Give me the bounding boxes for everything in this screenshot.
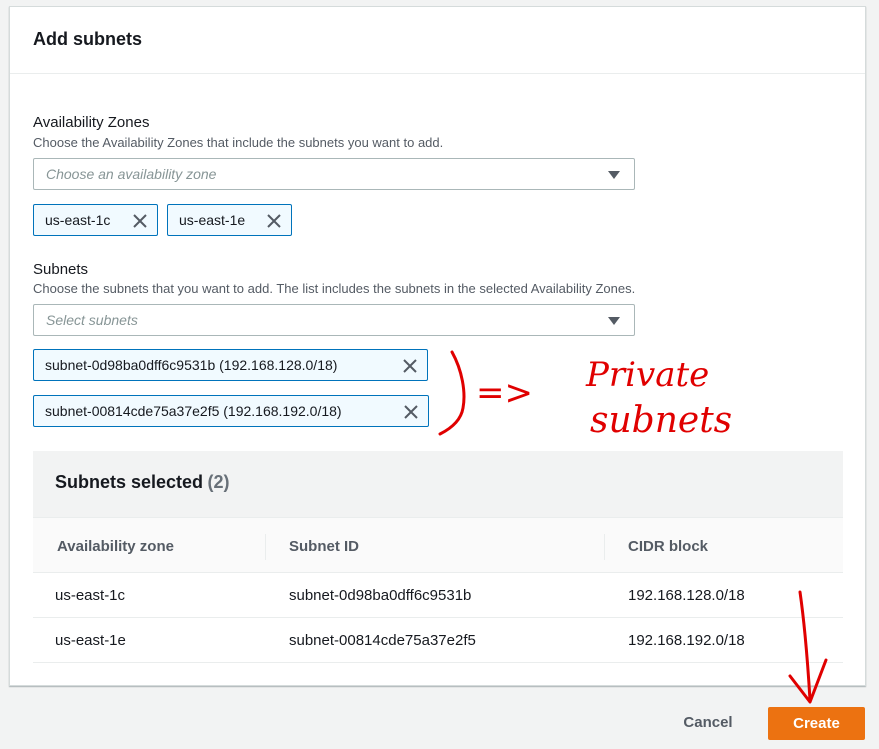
column-divider bbox=[265, 534, 266, 560]
subnets-label: Subnets bbox=[33, 261, 89, 278]
availability-zone-select[interactable]: Choose an availability zone bbox=[33, 158, 635, 190]
column-divider bbox=[604, 534, 605, 560]
caret-down-icon bbox=[608, 317, 620, 325]
caret-down-icon bbox=[608, 171, 620, 179]
az-token-us-east-1c: us-east-1c bbox=[33, 204, 158, 236]
column-header-cidr: CIDR block bbox=[628, 538, 709, 555]
subnets-selected-count: (2) bbox=[207, 472, 230, 492]
column-header-az: Availability zone bbox=[57, 538, 174, 555]
cancel-button[interactable]: Cancel bbox=[668, 707, 748, 739]
subnet-token-1: subnet-0d98ba0dff6c9531b (192.168.128.0/… bbox=[33, 349, 428, 381]
az-token-label: us-east-1e bbox=[179, 212, 246, 228]
remove-icon[interactable] bbox=[266, 213, 282, 229]
add-subnets-panel: Add subnets Availability Zones Choose th… bbox=[9, 6, 866, 686]
table-row: us-east-1c subnet-0d98ba0dff6c9531b 192.… bbox=[33, 573, 843, 618]
panel-header: Add subnets bbox=[10, 7, 865, 74]
subnets-description: Choose the subnets that you want to add.… bbox=[33, 281, 636, 296]
subnets-select[interactable]: Select subnets bbox=[33, 304, 635, 336]
az-token-us-east-1e: us-east-1e bbox=[167, 204, 292, 236]
remove-icon[interactable] bbox=[403, 404, 419, 420]
table-header-row: Availability zone Subnet ID CIDR block bbox=[33, 517, 843, 573]
table-row: us-east-1e subnet-00814cde75a37e2f5 192.… bbox=[33, 618, 843, 663]
subnet-token-2: subnet-00814cde75a37e2f5 (192.168.192.0/… bbox=[33, 395, 429, 427]
availability-zones-label: Availability Zones bbox=[33, 114, 150, 131]
subnets-selected-header: Subnets selected (2) bbox=[33, 451, 843, 517]
subnet-token-label: subnet-00814cde75a37e2f5 (192.168.192.0/… bbox=[45, 403, 342, 419]
availability-zone-placeholder: Choose an availability zone bbox=[46, 166, 217, 182]
cell-subnet-id: subnet-0d98ba0dff6c9531b bbox=[289, 587, 472, 604]
subnets-selected-container: Subnets selected (2) Availability zone S… bbox=[33, 451, 843, 663]
cell-subnet-id: subnet-00814cde75a37e2f5 bbox=[289, 632, 476, 649]
subnets-selected-table: Availability zone Subnet ID CIDR block u… bbox=[33, 517, 843, 663]
cell-az: us-east-1e bbox=[55, 632, 126, 649]
remove-icon[interactable] bbox=[132, 213, 148, 229]
availability-zones-description: Choose the Availability Zones that inclu… bbox=[33, 135, 444, 150]
remove-icon[interactable] bbox=[402, 358, 418, 374]
cell-az: us-east-1c bbox=[55, 587, 126, 604]
subnets-selected-title: Subnets selected bbox=[55, 472, 204, 492]
panel-title: Add subnets bbox=[33, 29, 143, 49]
column-header-subnet-id: Subnet ID bbox=[289, 538, 359, 555]
create-button[interactable]: Create bbox=[768, 707, 865, 740]
subnets-placeholder: Select subnets bbox=[46, 312, 138, 328]
cell-cidr: 192.168.128.0/18 bbox=[628, 587, 745, 604]
subnet-token-label: subnet-0d98ba0dff6c9531b (192.168.128.0/… bbox=[45, 357, 338, 373]
cell-cidr: 192.168.192.0/18 bbox=[628, 632, 745, 649]
az-token-label: us-east-1c bbox=[45, 212, 111, 228]
